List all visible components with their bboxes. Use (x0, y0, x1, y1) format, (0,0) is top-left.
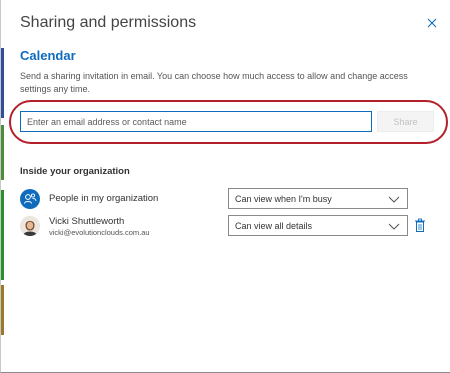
list-item: People in my organization Can view when … (20, 187, 440, 211)
chevron-down-icon (388, 223, 400, 230)
chevron-down-icon (388, 196, 400, 203)
background-app-strip (1, 285, 4, 335)
background-app-strip (1, 190, 4, 280)
background-app-strip (1, 125, 4, 180)
list-item: Vicki Shuttleworth vicki@evolutionclouds… (20, 214, 440, 238)
trash-icon[interactable] (414, 218, 426, 233)
people-org-icon (20, 189, 40, 209)
member-name: Vicki Shuttleworth (49, 216, 125, 227)
dialog-title: Sharing and permissions (20, 14, 197, 31)
member-name: People in my organization (49, 193, 159, 204)
close-icon[interactable] (425, 16, 439, 30)
share-button[interactable]: Share (377, 111, 434, 132)
permission-select[interactable]: Can view when I'm busy (228, 188, 408, 209)
email-input-container (20, 111, 372, 132)
background-app-strip (1, 48, 4, 118)
permission-select[interactable]: Can view all details (228, 215, 408, 236)
avatar (20, 216, 40, 236)
member-email: vicki@evolutionclouds.com.au (49, 228, 150, 237)
section-header: Inside your organization (20, 166, 130, 177)
calendar-name: Calendar (20, 48, 76, 63)
permission-value: Can view all details (235, 220, 313, 231)
permission-value: Can view when I'm busy (235, 193, 332, 204)
email-input[interactable] (21, 112, 371, 132)
sharing-dialog: Sharing and permissions Calendar Send a … (0, 0, 450, 373)
sharing-description: Send a sharing invitation in email. You … (20, 71, 408, 94)
